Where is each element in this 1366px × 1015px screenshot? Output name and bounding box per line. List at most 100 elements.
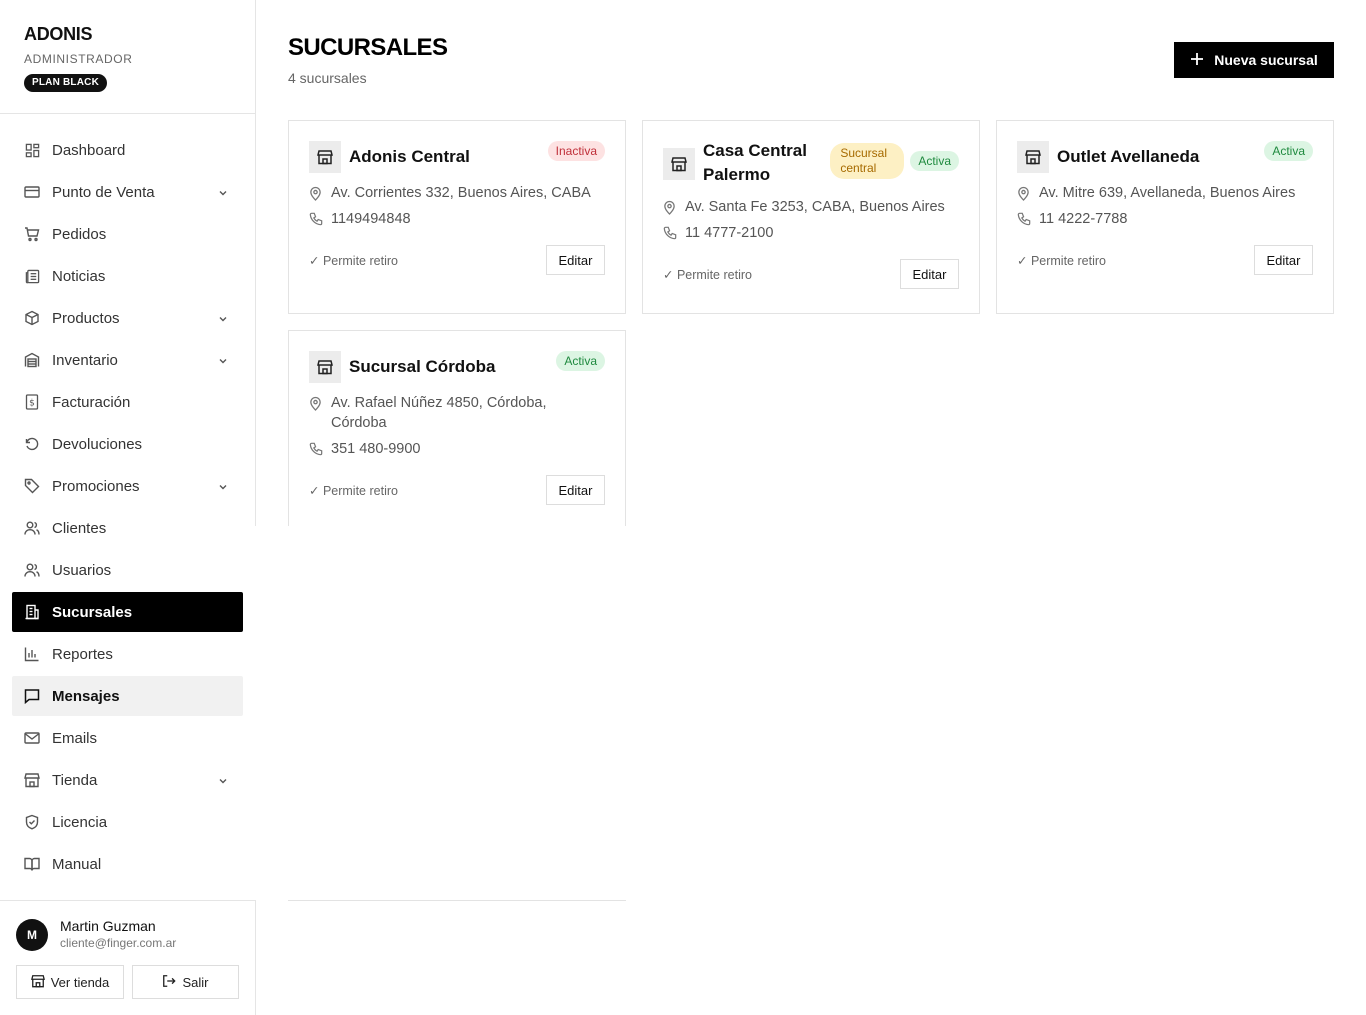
phone-icon (1017, 209, 1031, 229)
sidebar-item-punto-de-venta[interactable]: Punto de Venta (12, 172, 243, 212)
tag-icon (24, 478, 40, 494)
sidebar-item-label: Clientes (52, 519, 107, 537)
store-icon (1017, 141, 1049, 173)
divider (0, 900, 255, 901)
mail-icon (24, 730, 40, 746)
status-badge: Activa (556, 351, 605, 371)
sidebar-item-label: Productos (52, 309, 120, 327)
sidebar-item-label: Emails (52, 729, 98, 747)
sidebar-item-label: Inventario (52, 351, 118, 369)
message-icon (24, 688, 40, 704)
brand-role: ADMINISTRADOR (24, 52, 133, 66)
edit-button[interactable]: Editar (546, 245, 605, 275)
branch-phone: 11 4222-7788 (1039, 211, 1128, 227)
edit-button[interactable]: Editar (546, 475, 605, 505)
sidebar-border (255, 0, 256, 526)
divider (288, 900, 626, 901)
edit-button[interactable]: Editar (900, 259, 959, 289)
user-actions: Ver tienda Salir (16, 965, 239, 999)
pickup-status: ✓ Permite retiro (663, 267, 752, 282)
branch-name: Casa Central Palermo (703, 141, 807, 184)
sidebar-item-mensajes[interactable]: Mensajes (12, 676, 243, 716)
sidebar-item-manual[interactable]: Manual (12, 844, 243, 884)
branch-address: Av. Rafael Núñez 4850, Córdoba, Córdoba (331, 395, 547, 431)
logout-label: Salir (182, 974, 209, 990)
view-store-label: Ver tienda (50, 974, 110, 990)
chevron-down-icon (217, 312, 229, 324)
page-title: SUCURSALES (288, 34, 448, 61)
box-icon (24, 310, 40, 326)
branch-phone: 11 4777-2100 (685, 225, 774, 241)
sidebar-item-label: Usuarios (52, 561, 112, 579)
bar-chart-icon (24, 646, 40, 662)
sidebar-item-label: Licencia (52, 813, 108, 831)
book-icon (24, 856, 40, 872)
branch-name: Outlet Avellaneda (1057, 147, 1200, 166)
sidebar-item-noticias[interactable]: Noticias (12, 256, 243, 296)
sidebar-item-licencia[interactable]: Licencia (12, 802, 243, 842)
sidebar-item-inventario[interactable]: Inventario (12, 340, 243, 380)
sidebar-item-label: Manual (52, 855, 102, 873)
brand-name: ADONIS (24, 24, 93, 44)
phone-icon (309, 439, 323, 459)
user-profile: M Martin Guzman cliente@finger.com.ar (16, 918, 176, 951)
sidebar-item-productos[interactable]: Productos (12, 298, 243, 338)
store-icon (30, 974, 45, 991)
sidebar-item-label: Pedidos (52, 225, 107, 243)
credit-card-icon (24, 184, 40, 200)
branch-name: Sucursal Córdoba (349, 357, 496, 376)
sidebar-item-pedidos[interactable]: Pedidos (12, 214, 243, 254)
dashboard-icon (24, 142, 40, 158)
store-icon (24, 772, 40, 788)
sidebar-item-label: Punto de Venta (52, 183, 155, 201)
status-badge: Activa (1264, 141, 1313, 161)
sidebar: ADONIS ADMINISTRADOR PLAN BLACK Dashboar… (0, 0, 256, 1015)
sidebar-item-label: Devoluciones (52, 435, 143, 453)
new-branch-label: Nueva sucursal (1214, 52, 1318, 68)
pickup-status: ✓ Permite retiro (309, 483, 398, 498)
sidebar-nav: Dashboard Punto de Venta Pedidos Noticia… (12, 130, 243, 886)
sidebar-item-clientes[interactable]: Clientes (12, 508, 243, 548)
branch-address: Av. Mitre 639, Avellaneda, Buenos Aires (1039, 185, 1296, 201)
pickup-status: ✓ Permite retiro (309, 253, 398, 268)
new-branch-button[interactable]: Nueva sucursal (1174, 42, 1334, 78)
page-subtitle: 4 sucursales (288, 70, 367, 86)
sidebar-item-label: Sucursales (52, 603, 133, 621)
svg-text:$: $ (29, 399, 35, 409)
pickup-status: ✓ Permite retiro (1017, 253, 1106, 268)
divider (0, 113, 255, 114)
sidebar-item-devoluciones[interactable]: Devoluciones (12, 424, 243, 464)
view-store-button[interactable]: Ver tienda (16, 965, 124, 999)
chevron-down-icon (217, 480, 229, 492)
sidebar-item-dashboard[interactable]: Dashboard (12, 130, 243, 170)
branch-card: Adonis Central Inactiva Av. Corrientes 3… (288, 120, 626, 314)
sidebar-item-sucursales[interactable]: Sucursales (12, 592, 243, 632)
cart-icon (24, 226, 40, 242)
chevron-down-icon (217, 186, 229, 198)
invoice-icon: $ (24, 394, 40, 410)
shield-check-icon (24, 814, 40, 830)
branch-address: Av. Santa Fe 3253, CABA, Buenos Aires (685, 199, 945, 215)
chevron-down-icon (217, 774, 229, 786)
store-icon (309, 141, 341, 173)
sidebar-item-emails[interactable]: Emails (12, 718, 243, 758)
branch-card: Casa Central Palermo Sucursal central Ac… (642, 120, 980, 314)
brand: ADONIS ADMINISTRADOR PLAN BLACK (24, 24, 132, 92)
phone-icon (309, 209, 323, 229)
status-badge: Inactiva (547, 141, 605, 161)
location-pin-icon (309, 183, 323, 203)
sidebar-item-label: Facturación (52, 393, 131, 411)
sidebar-item-facturacion[interactable]: $ Facturación (12, 382, 243, 422)
sidebar-item-promociones[interactable]: Promociones (12, 466, 243, 506)
sidebar-item-usuarios[interactable]: Usuarios (12, 550, 243, 590)
sidebar-item-tienda[interactable]: Tienda (12, 760, 243, 800)
logout-button[interactable]: Salir (132, 965, 239, 999)
location-pin-icon (663, 197, 677, 217)
sidebar-item-reportes[interactable]: Reportes (12, 634, 243, 674)
location-pin-icon (309, 393, 323, 413)
phone-icon (663, 223, 677, 243)
edit-button[interactable]: Editar (1254, 245, 1313, 275)
plus-icon (1190, 52, 1204, 69)
branch-name: Adonis Central (349, 147, 470, 166)
undo-icon (24, 436, 40, 452)
